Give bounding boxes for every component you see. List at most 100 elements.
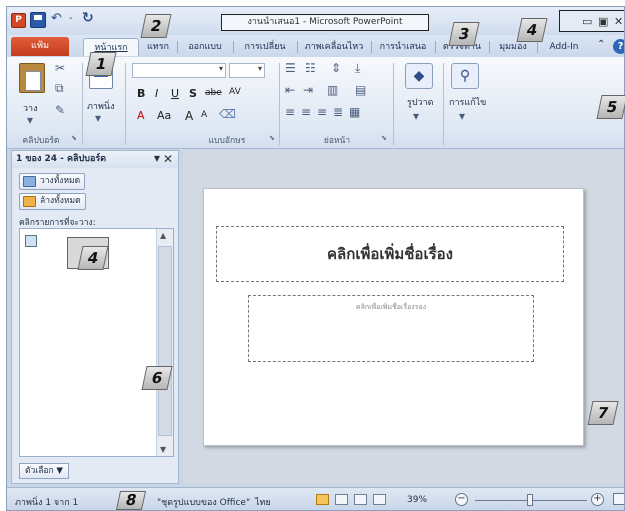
restore-button[interactable]: ▣ (598, 15, 608, 28)
editing-dropdown-icon[interactable]: ▾ (459, 109, 465, 123)
bullets-icon[interactable]: ☰ (285, 61, 296, 75)
font-launcher-icon[interactable]: ⬊ (269, 134, 275, 142)
clipboard-caption: คลิกรายการที่จะวาง: (19, 218, 96, 228)
status-bar: ภาพนิ่ง 1 จาก 1 "ชุดรูปแบบของ Office" ไท… (7, 487, 624, 510)
normal-view-icon[interactable] (316, 494, 329, 505)
callout-7: 7 (587, 401, 619, 425)
paste-all-label: วางทั้งหมด (40, 176, 81, 186)
new-slide-dropdown-icon[interactable]: ▾ (95, 111, 101, 125)
line-spacing-icon[interactable]: ⇕ (331, 61, 341, 75)
align-left-icon[interactable]: ≡ (285, 105, 295, 119)
scroll-up-icon[interactable]: ▲ (160, 231, 166, 240)
clipboard-pane-title: 1 ของ 24 - คลิปบอร์ด (16, 154, 107, 164)
tab-transitions[interactable]: การเปลี่ยน (235, 38, 295, 56)
find-icon[interactable]: ⚲ (451, 63, 479, 89)
clipboard-pane: 1 ของ 24 - คลิปบอร์ด ▼ ✕ วางทั้งหมด ล้าง… (11, 150, 179, 484)
copy-icon[interactable]: ⧉ (55, 81, 64, 96)
tab-slideshow[interactable]: การนำเสนอ (373, 38, 433, 56)
columns-icon[interactable]: ▥ (327, 83, 338, 97)
font-color-button[interactable]: A (137, 109, 145, 122)
clear-formatting-icon[interactable]: ⌫ (219, 107, 236, 121)
subtitle-placeholder[interactable]: คลิกเพื่อเพิ่มชื่อเรื่องรอง (248, 295, 534, 362)
change-case-button[interactable]: Aa (157, 109, 171, 122)
fit-to-window-icon[interactable] (613, 493, 624, 505)
character-spacing-button[interactable]: AV (229, 87, 241, 97)
zoom-in-button[interactable]: + (591, 493, 604, 506)
clipboard-launcher-icon[interactable]: ⬊ (71, 134, 77, 142)
callout-4-pane: 4 (77, 246, 109, 270)
bold-button[interactable]: B (137, 87, 145, 100)
undo-icon[interactable]: ↶ (51, 11, 62, 26)
drawing-button[interactable]: รูปวาด (407, 95, 434, 109)
decrease-indent-icon[interactable]: ⇤ (285, 83, 295, 97)
zoom-out-button[interactable]: − (455, 493, 468, 506)
strikethrough-button[interactable]: abe (205, 88, 222, 98)
justify-icon[interactable]: ≣ (333, 105, 343, 119)
close-button[interactable]: ✕ (614, 15, 623, 28)
pane-options-button[interactable]: ตัวเลือก ▼ (19, 463, 69, 479)
italic-button[interactable]: I (155, 87, 158, 100)
font-name-combo[interactable] (132, 63, 226, 78)
paragraph-launcher-icon[interactable]: ⬊ (381, 134, 387, 142)
clipboard-item-icon (25, 235, 37, 247)
paste-all-icon (23, 176, 36, 187)
scroll-thumb[interactable] (158, 246, 172, 436)
slide-info: ภาพนิ่ง 1 จาก 1 (15, 498, 79, 508)
callout-1: 1 (85, 52, 117, 76)
minimize-ribbon-icon[interactable]: ⌃ (597, 39, 605, 50)
cut-icon[interactable]: ✂ (55, 61, 65, 75)
shadow-button[interactable]: S (189, 87, 197, 100)
underline-button[interactable]: U (171, 87, 179, 100)
tab-design[interactable]: ออกแบบ (179, 38, 231, 56)
slideshow-view-icon[interactable] (373, 494, 386, 505)
callout-8: 8 (115, 491, 147, 510)
clear-all-button[interactable]: ล้างทั้งหมด (19, 193, 86, 210)
drawing-dropdown-icon[interactable]: ▾ (413, 109, 419, 123)
align-text-icon[interactable]: ▤ (355, 83, 366, 97)
font-group-label: แบบอักษร (208, 136, 246, 146)
numbering-icon[interactable]: ☷ (305, 61, 316, 75)
tab-animations[interactable]: ภาพเคลื่อนไหว (299, 38, 369, 56)
undo-dropdown[interactable]: - (69, 13, 73, 24)
editing-button[interactable]: การแก้ไข (449, 95, 486, 109)
clear-all-icon (23, 196, 36, 207)
zoom-slider-thumb[interactable] (527, 494, 533, 506)
shrink-font-button[interactable]: A (201, 110, 207, 120)
zoom-level[interactable]: 39% (407, 495, 427, 505)
grow-font-button[interactable]: A (185, 109, 193, 123)
title-placeholder[interactable]: คลิกเพื่อเพิ่มชื่อเรื่อง (216, 226, 564, 282)
shapes-icon[interactable]: ◆ (405, 63, 433, 89)
language-indicator[interactable]: ไทย (255, 495, 271, 509)
clear-all-label: ล้างทั้งหมด (40, 196, 81, 206)
font-size-combo[interactable] (229, 63, 265, 78)
paste-dropdown-icon[interactable]: ▾ (27, 113, 33, 127)
slide-sorter-view-icon[interactable] (335, 494, 348, 505)
save-icon[interactable] (30, 12, 46, 28)
text-direction-icon[interactable]: ⤓ (355, 61, 360, 76)
document-title: งานนำเสนอ1 - Microsoft PowerPoint (221, 14, 429, 31)
clipboard-pane-header: 1 ของ 24 - คลิปบอร์ด ▼ ✕ (12, 151, 178, 168)
pane-menu-icon[interactable]: ▼ (154, 151, 160, 167)
tab-file[interactable]: แฟ้ม (11, 37, 69, 56)
slide-editing-area: คลิกเพื่อเพิ่มชื่อเรื่อง คลิกเพื่อเพิ่มช… (183, 150, 624, 484)
increase-indent-icon[interactable]: ⇥ (303, 83, 313, 97)
callout-4: 4 (516, 18, 548, 42)
reading-view-icon[interactable] (354, 494, 367, 505)
format-painter-icon[interactable]: ✎ (55, 103, 65, 117)
paste-all-button[interactable]: วางทั้งหมด (19, 173, 86, 190)
align-center-icon[interactable]: ≡ (301, 105, 311, 119)
align-right-icon[interactable]: ≡ (317, 105, 327, 119)
minimize-button[interactable]: ▭ (582, 15, 592, 28)
tab-add-ins[interactable]: Add-In (539, 38, 589, 56)
powerpoint-app-icon[interactable]: P (11, 13, 26, 28)
scroll-down-icon[interactable]: ▼ (160, 445, 166, 454)
callout-3: 3 (448, 22, 480, 46)
smartart-icon[interactable]: ▦ (349, 105, 360, 119)
tab-insert[interactable]: แทรก (141, 38, 175, 56)
pane-close-icon[interactable]: ✕ (163, 151, 173, 167)
help-icon[interactable]: ? (613, 39, 624, 54)
clipboard-scrollbar[interactable]: ▲ ▼ (156, 229, 173, 456)
window-controls: ▭ ▣ ✕ (559, 10, 624, 32)
redo-icon[interactable]: ↻ (82, 10, 94, 26)
paste-icon[interactable] (19, 63, 45, 93)
